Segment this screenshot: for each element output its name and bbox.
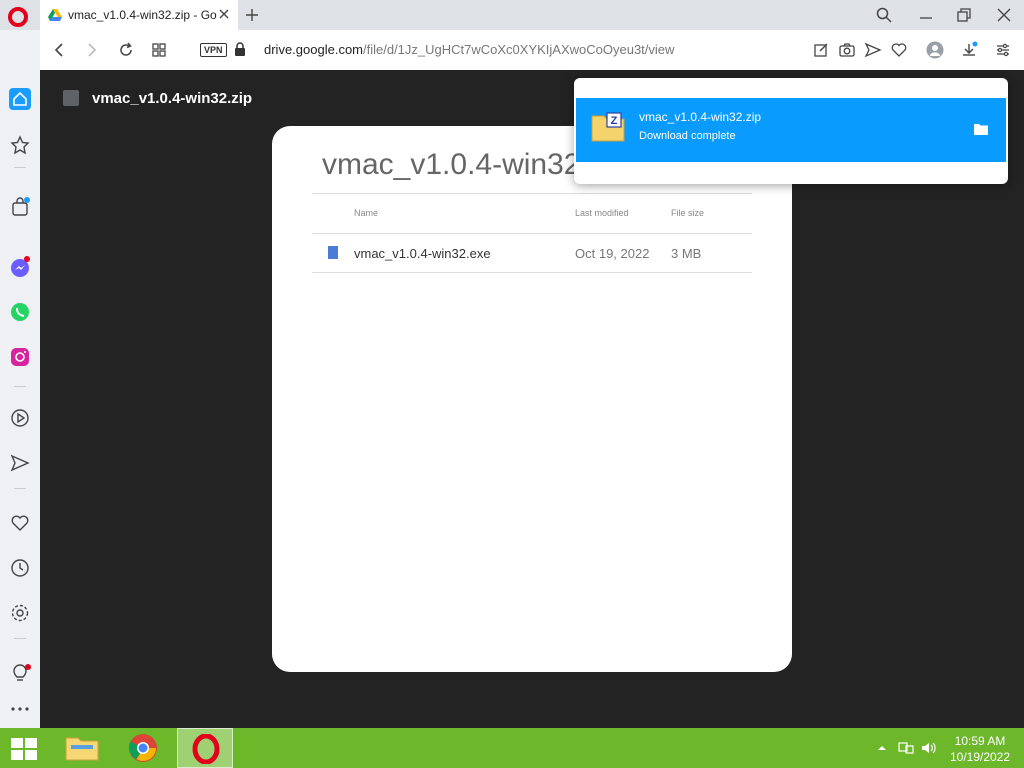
network-icon[interactable] <box>898 741 914 755</box>
folder-icon <box>65 737 99 761</box>
search-tabs-icon[interactable] <box>875 6 893 24</box>
opera-icon <box>192 734 220 764</box>
google-drive-icon <box>48 8 62 21</box>
vpn-badge[interactable]: VPN <box>200 43 227 57</box>
more-icon[interactable] <box>9 698 31 720</box>
windows-start-icon[interactable] <box>10 737 38 761</box>
row-size: 3 MB <box>671 246 702 261</box>
new-tab-icon[interactable] <box>244 7 260 23</box>
notification-dot <box>24 197 30 203</box>
reload-icon[interactable] <box>117 41 135 59</box>
heart-icon[interactable] <box>9 512 31 534</box>
address-bar: VPN drive.google.com/file/d/1Jz_UgHCt7wC… <box>40 30 1024 70</box>
tab-active[interactable]: vmac_v1.0.4-win32.zip - Go <box>40 0 238 30</box>
file-title: vmac_v1.0.4-win32.zip <box>92 90 253 107</box>
instagram-icon[interactable] <box>9 346 31 368</box>
back-icon[interactable] <box>50 41 68 59</box>
clock-time[interactable]: 10:59 AM <box>942 734 1018 748</box>
file-type-icon <box>63 90 79 106</box>
close-window-icon[interactable] <box>995 6 1013 24</box>
volume-icon[interactable] <box>920 741 936 755</box>
clock-date[interactable]: 10/19/2022 <box>942 750 1018 764</box>
row-modified: Oct 19, 2022 <box>575 246 650 261</box>
url-path: /file/d/1Jz_UgHCt7wCoXc0XYKIjAXwoCoOyeu3… <box>363 42 675 57</box>
lock-icon[interactable] <box>234 42 246 57</box>
file-icon <box>328 246 338 259</box>
download-item[interactable]: Z vmac_v1.0.4-win32.zip Download complet… <box>576 98 1006 162</box>
row-name: vmac_v1.0.4-win32.exe <box>354 246 491 261</box>
show-in-folder-icon[interactable] <box>974 123 988 135</box>
archive-preview-card: vmac_v1.0.4-win32 Name Last modified Fil… <box>272 126 792 672</box>
tab-title: vmac_v1.0.4-win32.zip - Go <box>68 8 217 22</box>
heart-icon[interactable] <box>890 41 908 59</box>
easy-setup-icon[interactable] <box>994 41 1012 59</box>
chevron-up-icon[interactable] <box>874 741 890 755</box>
send-icon[interactable] <box>864 41 882 59</box>
player-icon[interactable] <box>9 407 31 429</box>
screen: vmac_v1.0.4-win32.zip - Go VPN drive.goo… <box>0 0 1024 768</box>
column-header-size: File size <box>671 208 705 218</box>
url-field[interactable]: drive.google.com/file/d/1Jz_UgHCt7wCoXc0… <box>264 42 674 57</box>
camera-icon[interactable] <box>838 41 856 59</box>
chrome-button[interactable] <box>116 728 172 768</box>
tab-bar: vmac_v1.0.4-win32.zip - Go <box>0 0 1024 30</box>
downloads-popup: Z vmac_v1.0.4-win32.zip Download complet… <box>574 78 1008 184</box>
taskbar: 10:59 AM 10/19/2022 <box>0 728 1024 768</box>
notification-dot <box>24 256 30 262</box>
home-icon[interactable] <box>9 88 31 110</box>
column-header-name: Name <box>354 208 379 218</box>
download-filename: vmac_v1.0.4-win32.zip <box>639 110 762 124</box>
notification-dot <box>25 664 31 670</box>
download-status: Download complete <box>639 130 736 142</box>
column-header-modified: Last modified <box>575 208 629 218</box>
speed-dial-icon[interactable] <box>150 41 168 59</box>
zip-file-icon: Z <box>591 112 625 142</box>
url-domain: drive.google.com <box>264 42 363 57</box>
tab-close-icon[interactable] <box>218 8 230 20</box>
sidebar <box>0 30 40 728</box>
opera-button[interactable] <box>177 728 233 768</box>
history-icon[interactable] <box>9 557 31 579</box>
settings-icon[interactable] <box>9 602 31 624</box>
star-icon[interactable] <box>9 134 31 156</box>
send-icon[interactable] <box>9 452 31 474</box>
restore-icon[interactable] <box>955 6 973 24</box>
minimize-icon[interactable] <box>917 6 935 24</box>
chrome-icon <box>128 734 157 762</box>
forward-icon[interactable] <box>83 41 101 59</box>
svg-text:Z: Z <box>611 115 618 127</box>
whatsapp-icon[interactable] <box>9 301 31 323</box>
preview-title: vmac_v1.0.4-win32 <box>322 148 581 181</box>
file-explorer-button[interactable] <box>54 728 110 768</box>
profile-icon[interactable] <box>926 41 944 59</box>
edit-icon[interactable] <box>812 41 830 59</box>
opera-menu-icon[interactable] <box>8 7 28 27</box>
download-icon[interactable] <box>960 41 978 59</box>
